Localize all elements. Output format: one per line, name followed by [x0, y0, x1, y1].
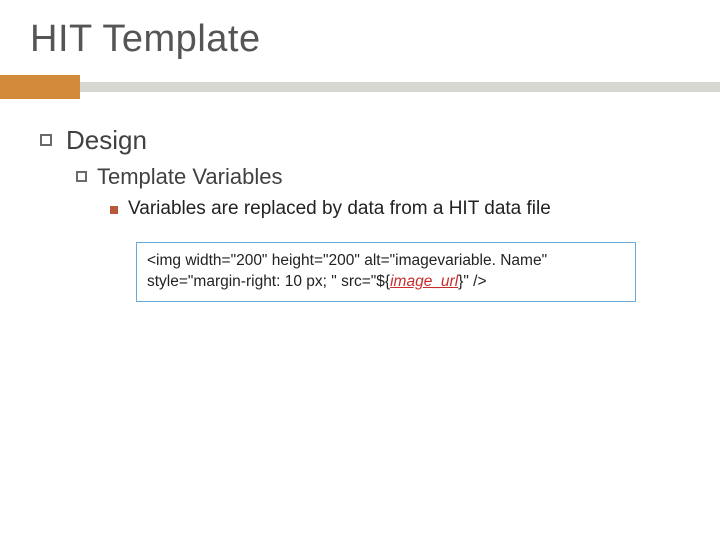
accent-gray-line — [80, 82, 720, 92]
code-example-box: <img width="200" height="200" alt="image… — [136, 242, 636, 302]
accent-orange-block — [0, 75, 80, 99]
bullet-level-1: Design — [40, 125, 690, 156]
lvl1-text: Design — [66, 125, 147, 156]
square-bullet-hollow-icon — [40, 134, 52, 146]
lvl3-text: Variables are replaced by data from a HI… — [128, 198, 551, 220]
code-part-2: }" /> — [458, 273, 486, 290]
code-variable: image_url — [390, 273, 458, 290]
bullet-level-3: Variables are replaced by data from a HI… — [110, 198, 690, 220]
accent-bar — [30, 75, 690, 99]
bullet-level-2: Template Variables — [76, 164, 690, 190]
content-area: Design Template Variables Variables are … — [30, 125, 690, 302]
square-bullet-hollow-icon — [76, 171, 87, 182]
slide-title: HIT Template — [30, 18, 690, 61]
lvl2-text: Template Variables — [97, 164, 282, 190]
square-bullet-filled-icon — [110, 206, 118, 214]
code-part-1: <img width="200" height="200" alt="image… — [147, 252, 547, 290]
